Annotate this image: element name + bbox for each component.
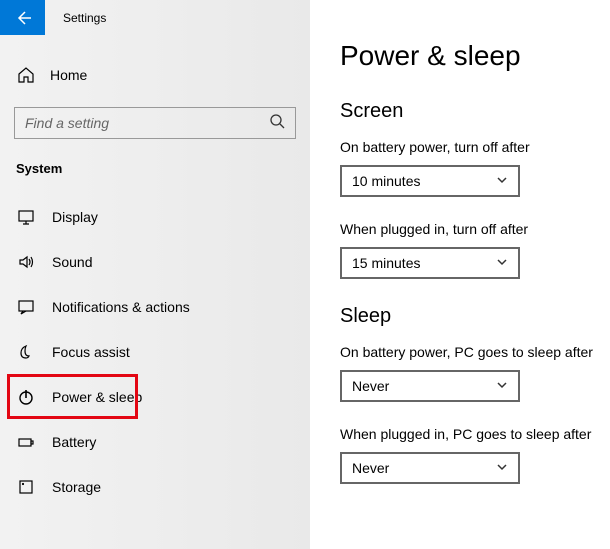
screen-heading: Screen: [340, 100, 610, 123]
sidebar-item-label: Focus assist: [52, 344, 130, 360]
dropdown-value: Never: [352, 460, 389, 476]
notifications-icon: [16, 297, 36, 317]
chevron-down-icon: [496, 255, 508, 271]
sidebar-item-label: Display: [52, 209, 98, 225]
page-title: Power & sleep: [340, 40, 610, 72]
screen-plugged-dropdown[interactable]: 15 minutes: [340, 247, 520, 279]
chevron-down-icon: [496, 173, 508, 189]
storage-icon: [16, 477, 36, 497]
arrow-left-icon: [15, 10, 31, 26]
sidebar-item-sound[interactable]: Sound: [0, 239, 310, 284]
sidebar-item-power-sleep[interactable]: Power & sleep: [0, 374, 310, 419]
sleep-heading: Sleep: [340, 305, 610, 328]
display-icon: [16, 207, 36, 227]
chevron-down-icon: [496, 460, 508, 476]
sleep-battery-dropdown[interactable]: Never: [340, 370, 520, 402]
search-icon: [269, 113, 285, 134]
sidebar-item-notifications[interactable]: Notifications & actions: [0, 284, 310, 329]
search-box[interactable]: [14, 107, 296, 139]
home-nav[interactable]: Home: [0, 55, 310, 95]
sleep-plugged-label: When plugged in, PC goes to sleep after: [340, 426, 610, 442]
sidebar-item-label: Battery: [52, 434, 96, 450]
sidebar-item-storage[interactable]: Storage: [0, 464, 310, 509]
chevron-down-icon: [496, 378, 508, 394]
sidebar-item-label: Sound: [52, 254, 92, 270]
search-input[interactable]: [25, 115, 245, 131]
sound-icon: [16, 252, 36, 272]
battery-icon: [16, 432, 36, 452]
sleep-battery-label: On battery power, PC goes to sleep after: [340, 344, 610, 360]
sidebar-item-label: Power & sleep: [52, 389, 142, 405]
home-icon: [16, 66, 36, 84]
focus-assist-icon: [16, 342, 36, 362]
screen-battery-dropdown[interactable]: 10 minutes: [340, 165, 520, 197]
section-label: System: [16, 161, 310, 176]
back-button[interactable]: [0, 0, 45, 35]
dropdown-value: 15 minutes: [352, 255, 420, 271]
power-icon: [16, 387, 36, 407]
titlebar: Settings: [0, 0, 310, 35]
sidebar-item-focus-assist[interactable]: Focus assist: [0, 329, 310, 374]
sidebar-item-label: Notifications & actions: [52, 299, 190, 315]
screen-battery-label: On battery power, turn off after: [340, 139, 610, 155]
sidebar: Settings Home System Display Sound Notif…: [0, 0, 310, 549]
dropdown-value: 10 minutes: [352, 173, 420, 189]
home-label: Home: [50, 67, 87, 83]
titlebar-label: Settings: [63, 11, 106, 25]
sidebar-item-label: Storage: [52, 479, 101, 495]
screen-plugged-label: When plugged in, turn off after: [340, 221, 610, 237]
dropdown-value: Never: [352, 378, 389, 394]
sidebar-item-display[interactable]: Display: [0, 194, 310, 239]
main-content: Power & sleep Screen On battery power, t…: [310, 0, 610, 549]
sleep-plugged-dropdown[interactable]: Never: [340, 452, 520, 484]
sidebar-item-battery[interactable]: Battery: [0, 419, 310, 464]
